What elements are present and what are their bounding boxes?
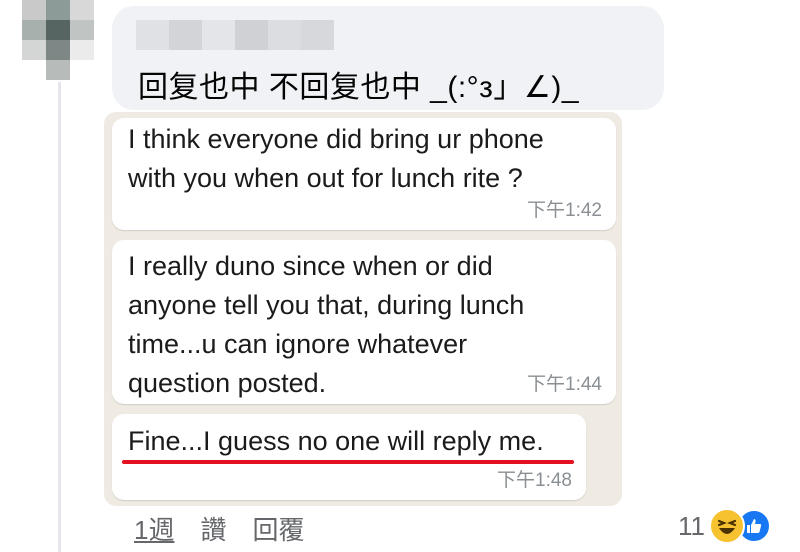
comment-bubble: 回复也中 不回复也中 _(:°з」∠)_ [112,6,664,110]
message-timestamp: 下午1:48 [497,470,572,491]
like-button[interactable]: 讚 [200,510,226,547]
chat-screenshot[interactable]: I think everyone did bring ur phone with… [104,112,622,506]
commenter-name-blurred[interactable] [136,20,334,50]
comment-text: 回复也中 不回复也中 _(:°з」∠)_ [138,71,580,104]
message-line: Fine...I guess no one will reply me. [128,426,544,456]
comment-time-link[interactable]: 1週 [134,510,174,547]
chat-message-2: I really duno since when or did anyone t… [112,240,616,404]
chat-message-1: I think everyone did bring ur phone with… [112,118,616,230]
message-line: question posted. [128,368,327,398]
reactions-summary[interactable]: 11 [678,508,771,544]
avatar[interactable] [22,0,94,80]
message-line: I really duno since when or did [128,251,493,281]
message-line: time...u can ignore whatever [128,329,468,359]
reply-button[interactable]: 回覆 [252,510,304,547]
chat-message-3: Fine...I guess no one will reply me. 下午1… [112,414,586,500]
message-timestamp: 下午1:42 [527,200,602,221]
red-underline [122,460,574,464]
message-line: I think everyone did bring ur phone [128,124,544,154]
comment-actions: 1週 讚 回覆 [134,510,305,547]
message-line: with you when out for lunch rite ? [128,163,523,193]
message-line: anyone tell you that, during lunch [128,290,525,320]
message-timestamp: 下午1:44 [527,374,602,395]
thread-line [58,82,61,552]
haha-icon [709,508,745,544]
reaction-count: 11 [678,510,705,541]
